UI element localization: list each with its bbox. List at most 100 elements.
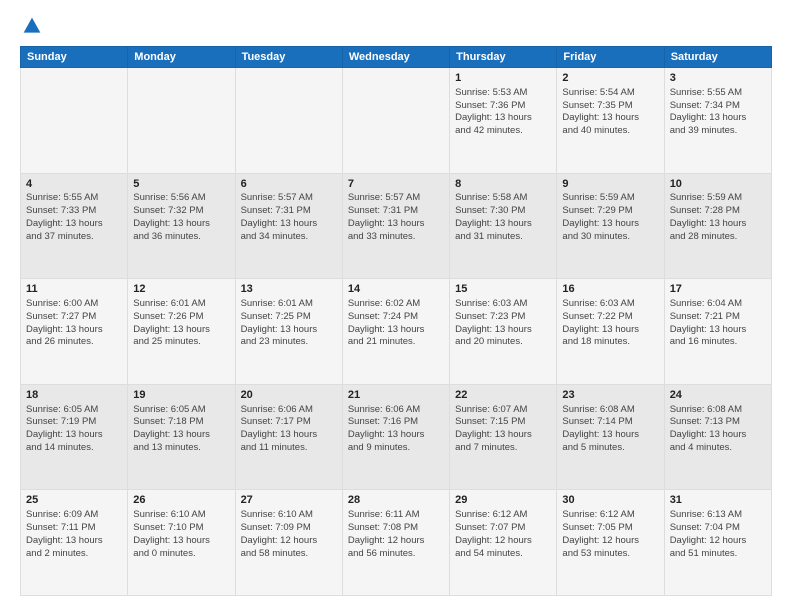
calendar-cell: 9Sunrise: 5:59 AM Sunset: 7:29 PM Daylig…: [557, 173, 664, 279]
calendar-cell: 28Sunrise: 6:11 AM Sunset: 7:08 PM Dayli…: [342, 490, 449, 596]
day-info: Sunrise: 5:59 AM Sunset: 7:29 PM Dayligh…: [562, 192, 658, 243]
day-number: 22: [455, 388, 551, 403]
day-header-wednesday: Wednesday: [342, 47, 449, 68]
day-info: Sunrise: 6:11 AM Sunset: 7:08 PM Dayligh…: [348, 509, 444, 560]
calendar-cell: 6Sunrise: 5:57 AM Sunset: 7:31 PM Daylig…: [235, 173, 342, 279]
day-info: Sunrise: 6:07 AM Sunset: 7:15 PM Dayligh…: [455, 404, 551, 455]
day-info: Sunrise: 6:00 AM Sunset: 7:27 PM Dayligh…: [26, 298, 122, 349]
calendar-cell: 3Sunrise: 5:55 AM Sunset: 7:34 PM Daylig…: [664, 68, 771, 174]
day-header-tuesday: Tuesday: [235, 47, 342, 68]
day-number: 13: [241, 282, 337, 297]
calendar-week-1: 1Sunrise: 5:53 AM Sunset: 7:36 PM Daylig…: [21, 68, 772, 174]
calendar-cell: 17Sunrise: 6:04 AM Sunset: 7:21 PM Dayli…: [664, 279, 771, 385]
day-info: Sunrise: 6:06 AM Sunset: 7:17 PM Dayligh…: [241, 404, 337, 455]
day-number: 27: [241, 493, 337, 508]
calendar-cell: 2Sunrise: 5:54 AM Sunset: 7:35 PM Daylig…: [557, 68, 664, 174]
logo-icon: [22, 16, 42, 36]
calendar-table: SundayMondayTuesdayWednesdayThursdayFrid…: [20, 46, 772, 596]
day-number: 7: [348, 177, 444, 192]
day-number: 11: [26, 282, 122, 297]
day-info: Sunrise: 6:03 AM Sunset: 7:23 PM Dayligh…: [455, 298, 551, 349]
calendar-cell: 15Sunrise: 6:03 AM Sunset: 7:23 PM Dayli…: [450, 279, 557, 385]
day-info: Sunrise: 5:56 AM Sunset: 7:32 PM Dayligh…: [133, 192, 229, 243]
day-number: 4: [26, 177, 122, 192]
day-info: Sunrise: 6:06 AM Sunset: 7:16 PM Dayligh…: [348, 404, 444, 455]
calendar-week-2: 4Sunrise: 5:55 AM Sunset: 7:33 PM Daylig…: [21, 173, 772, 279]
day-number: 12: [133, 282, 229, 297]
day-header-friday: Friday: [557, 47, 664, 68]
header: [20, 16, 772, 36]
calendar-cell: [342, 68, 449, 174]
day-number: 5: [133, 177, 229, 192]
calendar-cell: 11Sunrise: 6:00 AM Sunset: 7:27 PM Dayli…: [21, 279, 128, 385]
calendar-week-4: 18Sunrise: 6:05 AM Sunset: 7:19 PM Dayli…: [21, 384, 772, 490]
day-number: 19: [133, 388, 229, 403]
day-number: 10: [670, 177, 766, 192]
day-info: Sunrise: 6:12 AM Sunset: 7:07 PM Dayligh…: [455, 509, 551, 560]
calendar-cell: 26Sunrise: 6:10 AM Sunset: 7:10 PM Dayli…: [128, 490, 235, 596]
calendar-cell: 12Sunrise: 6:01 AM Sunset: 7:26 PM Dayli…: [128, 279, 235, 385]
calendar-cell: 18Sunrise: 6:05 AM Sunset: 7:19 PM Dayli…: [21, 384, 128, 490]
day-number: 17: [670, 282, 766, 297]
calendar-cell: 21Sunrise: 6:06 AM Sunset: 7:16 PM Dayli…: [342, 384, 449, 490]
day-header-monday: Monday: [128, 47, 235, 68]
day-header-sunday: Sunday: [21, 47, 128, 68]
calendar-week-3: 11Sunrise: 6:00 AM Sunset: 7:27 PM Dayli…: [21, 279, 772, 385]
calendar-cell: 14Sunrise: 6:02 AM Sunset: 7:24 PM Dayli…: [342, 279, 449, 385]
day-header-thursday: Thursday: [450, 47, 557, 68]
day-number: 21: [348, 388, 444, 403]
day-info: Sunrise: 5:55 AM Sunset: 7:34 PM Dayligh…: [670, 87, 766, 138]
calendar-cell: 10Sunrise: 5:59 AM Sunset: 7:28 PM Dayli…: [664, 173, 771, 279]
day-info: Sunrise: 5:59 AM Sunset: 7:28 PM Dayligh…: [670, 192, 766, 243]
calendar-cell: 22Sunrise: 6:07 AM Sunset: 7:15 PM Dayli…: [450, 384, 557, 490]
calendar-cell: 16Sunrise: 6:03 AM Sunset: 7:22 PM Dayli…: [557, 279, 664, 385]
calendar-cell: 30Sunrise: 6:12 AM Sunset: 7:05 PM Dayli…: [557, 490, 664, 596]
calendar-cell: 13Sunrise: 6:01 AM Sunset: 7:25 PM Dayli…: [235, 279, 342, 385]
calendar-header-row: SundayMondayTuesdayWednesdayThursdayFrid…: [21, 47, 772, 68]
day-info: Sunrise: 6:08 AM Sunset: 7:14 PM Dayligh…: [562, 404, 658, 455]
calendar-cell: 23Sunrise: 6:08 AM Sunset: 7:14 PM Dayli…: [557, 384, 664, 490]
day-number: 15: [455, 282, 551, 297]
calendar-cell: 8Sunrise: 5:58 AM Sunset: 7:30 PM Daylig…: [450, 173, 557, 279]
day-info: Sunrise: 5:58 AM Sunset: 7:30 PM Dayligh…: [455, 192, 551, 243]
day-number: 29: [455, 493, 551, 508]
calendar-cell: 24Sunrise: 6:08 AM Sunset: 7:13 PM Dayli…: [664, 384, 771, 490]
day-number: 16: [562, 282, 658, 297]
day-number: 28: [348, 493, 444, 508]
day-number: 8: [455, 177, 551, 192]
day-info: Sunrise: 6:08 AM Sunset: 7:13 PM Dayligh…: [670, 404, 766, 455]
day-info: Sunrise: 6:02 AM Sunset: 7:24 PM Dayligh…: [348, 298, 444, 349]
calendar-week-5: 25Sunrise: 6:09 AM Sunset: 7:11 PM Dayli…: [21, 490, 772, 596]
day-number: 26: [133, 493, 229, 508]
calendar-cell: [235, 68, 342, 174]
calendar-cell: 1Sunrise: 5:53 AM Sunset: 7:36 PM Daylig…: [450, 68, 557, 174]
logo: [20, 16, 42, 36]
day-info: Sunrise: 5:53 AM Sunset: 7:36 PM Dayligh…: [455, 87, 551, 138]
day-info: Sunrise: 5:57 AM Sunset: 7:31 PM Dayligh…: [348, 192, 444, 243]
calendar-cell: 5Sunrise: 5:56 AM Sunset: 7:32 PM Daylig…: [128, 173, 235, 279]
day-number: 30: [562, 493, 658, 508]
day-info: Sunrise: 6:04 AM Sunset: 7:21 PM Dayligh…: [670, 298, 766, 349]
day-header-saturday: Saturday: [664, 47, 771, 68]
day-info: Sunrise: 6:01 AM Sunset: 7:25 PM Dayligh…: [241, 298, 337, 349]
calendar-cell: [128, 68, 235, 174]
day-number: 2: [562, 71, 658, 86]
day-info: Sunrise: 6:12 AM Sunset: 7:05 PM Dayligh…: [562, 509, 658, 560]
day-info: Sunrise: 5:55 AM Sunset: 7:33 PM Dayligh…: [26, 192, 122, 243]
day-number: 20: [241, 388, 337, 403]
day-info: Sunrise: 6:01 AM Sunset: 7:26 PM Dayligh…: [133, 298, 229, 349]
day-number: 25: [26, 493, 122, 508]
day-info: Sunrise: 6:03 AM Sunset: 7:22 PM Dayligh…: [562, 298, 658, 349]
day-number: 14: [348, 282, 444, 297]
day-number: 3: [670, 71, 766, 86]
calendar-cell: 19Sunrise: 6:05 AM Sunset: 7:18 PM Dayli…: [128, 384, 235, 490]
calendar-cell: 20Sunrise: 6:06 AM Sunset: 7:17 PM Dayli…: [235, 384, 342, 490]
day-number: 6: [241, 177, 337, 192]
calendar-cell: 29Sunrise: 6:12 AM Sunset: 7:07 PM Dayli…: [450, 490, 557, 596]
day-info: Sunrise: 5:57 AM Sunset: 7:31 PM Dayligh…: [241, 192, 337, 243]
logo-text: [20, 16, 42, 36]
day-info: Sunrise: 6:09 AM Sunset: 7:11 PM Dayligh…: [26, 509, 122, 560]
calendar-cell: 31Sunrise: 6:13 AM Sunset: 7:04 PM Dayli…: [664, 490, 771, 596]
calendar-cell: 4Sunrise: 5:55 AM Sunset: 7:33 PM Daylig…: [21, 173, 128, 279]
day-number: 9: [562, 177, 658, 192]
